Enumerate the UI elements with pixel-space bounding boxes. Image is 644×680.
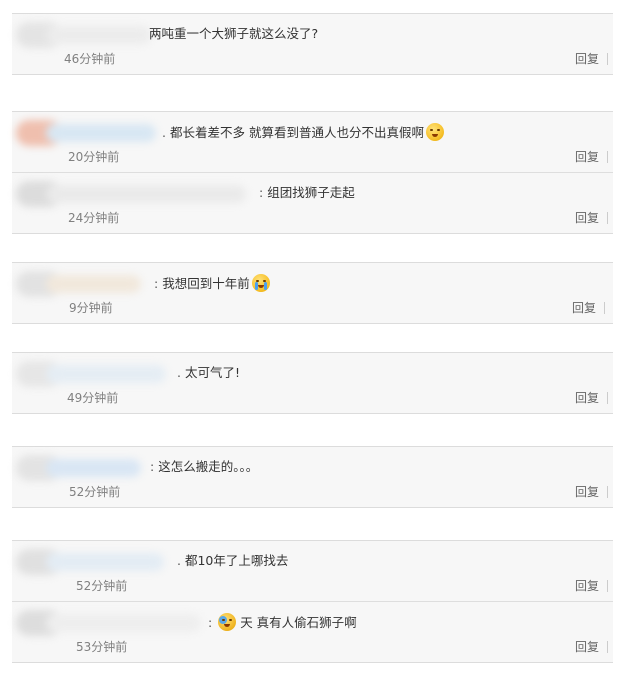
comment-thread: : 我想回到十年前 9分钟前 回复 bbox=[12, 262, 613, 324]
comment-thread: . 都10年了上哪找去 52分钟前 回复 : 天 真有人偷石狮子啊 53分钟前 回… bbox=[12, 540, 613, 663]
comment-item: : 这怎么搬走的。。。 52分钟前 回复 bbox=[12, 447, 613, 507]
comment-time: 9分钟前 bbox=[69, 301, 113, 315]
reply-button[interactable]: 回复 bbox=[575, 389, 609, 407]
comment-item: : 天 真有人偷石狮子啊 53分钟前 回复 bbox=[12, 601, 613, 662]
comment-text: . 都10年了上哪找去 bbox=[177, 553, 289, 568]
comment-time: 53分钟前 bbox=[76, 640, 128, 654]
comment-item: : 组团找狮子走起 24分钟前 回复 bbox=[12, 172, 613, 233]
avatar bbox=[16, 22, 166, 48]
reply-button[interactable]: 回复 bbox=[575, 50, 609, 68]
comment-thread: . 太可气了! 49分钟前 回复 bbox=[12, 352, 613, 414]
comment-time: 49分钟前 bbox=[67, 391, 119, 405]
comment-text: : 我想回到十年前 bbox=[154, 274, 270, 293]
sweat-face-icon bbox=[425, 123, 444, 141]
tear-face-icon bbox=[218, 613, 237, 631]
avatar bbox=[16, 455, 151, 481]
crying-face-icon bbox=[251, 274, 270, 292]
comment-time: 52分钟前 bbox=[69, 485, 121, 499]
reply-button[interactable]: 回复 bbox=[575, 577, 609, 595]
comment-text: : 天 真有人偷石狮子啊 bbox=[208, 613, 357, 631]
comment-time: 52分钟前 bbox=[76, 579, 128, 593]
comment-time: 46分钟前 bbox=[64, 52, 116, 66]
avatar bbox=[16, 120, 166, 146]
comment-text: : 组团找狮子走起 bbox=[259, 185, 355, 200]
reply-button[interactable]: 回复 bbox=[575, 638, 609, 656]
comment-item: 两吨重一个大狮子就这么没了? 46分钟前 回复 bbox=[12, 14, 613, 74]
comment-text: . 都长着差不多 就算看到普通人也分不出真假啊 bbox=[162, 123, 444, 142]
comment-thread: 两吨重一个大狮子就这么没了? 46分钟前 回复 bbox=[12, 13, 613, 75]
reply-button[interactable]: 回复 bbox=[575, 209, 609, 227]
reply-button[interactable]: 回复 bbox=[572, 299, 606, 317]
avatar bbox=[16, 181, 254, 207]
comment-text: : 这怎么搬走的。。。 bbox=[150, 459, 259, 474]
comment-thread: : 这怎么搬走的。。。 52分钟前 回复 bbox=[12, 446, 613, 508]
comment-item: : 我想回到十年前 9分钟前 回复 bbox=[12, 263, 613, 323]
comment-thread: . 都长着差不多 就算看到普通人也分不出真假啊 20分钟前 回复 : 组团找狮子走起… bbox=[12, 111, 613, 234]
comment-time: 24分钟前 bbox=[68, 211, 120, 225]
reply-button[interactable]: 回复 bbox=[575, 483, 609, 501]
avatar bbox=[16, 610, 211, 636]
comment-item: . 都10年了上哪找去 52分钟前 回复 bbox=[12, 541, 613, 601]
comment-text: 两吨重一个大狮子就这么没了? bbox=[149, 26, 319, 41]
avatar bbox=[16, 271, 154, 297]
comment-item: . 都长着差不多 就算看到普通人也分不出真假啊 20分钟前 回复 bbox=[12, 112, 613, 172]
avatar bbox=[16, 361, 176, 387]
avatar bbox=[16, 549, 176, 575]
comment-item: . 太可气了! 49分钟前 回复 bbox=[12, 353, 613, 413]
reply-button[interactable]: 回复 bbox=[575, 148, 609, 166]
comment-time: 20分钟前 bbox=[68, 150, 120, 164]
comment-text: . 太可气了! bbox=[177, 365, 240, 380]
